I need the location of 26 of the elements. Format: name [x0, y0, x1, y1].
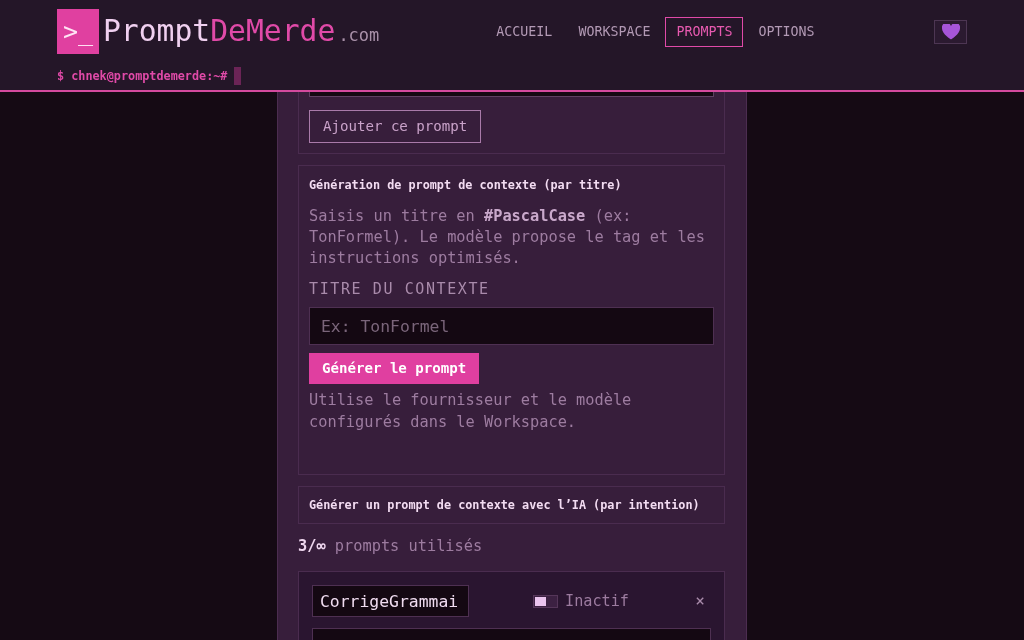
- card-description: Saisis un titre en #PascalCase (ex: TonFormel). Le modèle propose le tag et les instructions optimisés.: [309, 206, 706, 269]
- usage-counter: 3/∞ prompts utilisés: [298, 536, 484, 557]
- close-button[interactable]: ×: [693, 591, 707, 611]
- heart-icon: [941, 23, 960, 40]
- nav-link[interactable]: OPTIONS: [747, 16, 826, 47]
- prompt-text-field[interactable]: [312, 628, 711, 640]
- cursor-icon: [234, 67, 242, 85]
- field-label: TITRE DU CONTEXTE: [309, 279, 491, 299]
- add-prompt-button[interactable]: Ajouter ce prompt: [309, 110, 482, 143]
- nav-link[interactable]: PROMPTS: [665, 16, 744, 47]
- domain-suffix: .com: [338, 23, 380, 47]
- site-name: PromptDeMerde: [103, 14, 336, 48]
- generate-button[interactable]: Générer le prompt: [309, 353, 480, 384]
- textarea-field[interactable]: [309, 92, 714, 97]
- collapsible-section[interactable]: Générer un prompt de contexte avec l’IA (par intention): [298, 486, 725, 524]
- status-label: Inactif: [565, 591, 629, 611]
- help-text: Utilise le fournisseur et le modèle configurés dans le Workspace.: [309, 390, 633, 433]
- toggle-switch[interactable]: [533, 594, 558, 608]
- logo-mark: >_: [57, 9, 99, 54]
- card-title: Génération de prompt de contexte (par titre): [309, 177, 623, 194]
- title-input[interactable]: Ex: TonFormel: [309, 307, 714, 345]
- nav-link[interactable]: WORKSPACE: [567, 16, 662, 47]
- prompt-name-input[interactable]: CorrigeGrammai: [312, 585, 469, 617]
- terminal-prompt: $ chnek@promptdemerde:~#: [57, 68, 228, 85]
- nav-link[interactable]: ACCUEIL: [485, 16, 564, 47]
- heart-button[interactable]: [934, 19, 967, 44]
